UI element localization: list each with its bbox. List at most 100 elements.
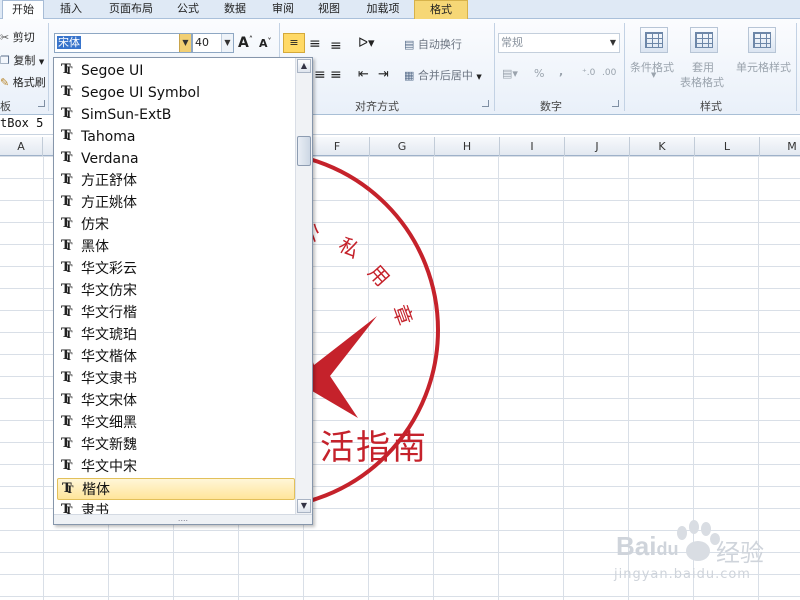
increase-decimal-button[interactable]: ⁺.0: [582, 68, 595, 78]
font-name-input[interactable]: 宋体 ▼: [54, 33, 192, 53]
wrap-text-label: 自动换行: [417, 38, 462, 51]
align-bottom-button[interactable]: ≡: [330, 38, 342, 54]
font-list-item[interactable]: T 仿宋: [57, 214, 295, 236]
tab-data[interactable]: 数据: [214, 0, 256, 19]
font-list-item[interactable]: T 楷体: [57, 478, 295, 500]
truetype-font-icon: T: [61, 217, 75, 234]
truetype-font-icon: T: [61, 85, 75, 102]
format-as-table-label-1: 套用: [692, 61, 714, 74]
font-size-dropdown-button[interactable]: ▼: [221, 34, 233, 52]
font-list-item-label: SimSun-ExtB: [81, 107, 172, 123]
font-list-item-label: 华文隶书: [81, 371, 137, 387]
align-center-button[interactable]: ≡: [314, 67, 326, 83]
increase-indent-button[interactable]: ⇥: [378, 67, 389, 82]
font-list-item-label: Verdana: [81, 151, 139, 167]
percent-style-button[interactable]: %: [534, 67, 544, 80]
align-middle-button[interactable]: ≡: [309, 36, 321, 52]
accounting-format-button[interactable]: ▤▾: [502, 67, 518, 80]
font-list-item[interactable]: T 华文细黑: [57, 412, 295, 434]
truetype-font-icon: T: [61, 129, 75, 146]
font-list-item[interactable]: T Tahoma: [57, 126, 295, 148]
merge-center-button[interactable]: ▦ 合并后居中 ▼: [404, 67, 482, 83]
font-list-item-label: 楷体: [82, 482, 110, 498]
decrease-indent-button[interactable]: ⇤: [358, 67, 369, 82]
scrollbar-thumb[interactable]: [297, 136, 311, 166]
font-list-item-label: Segoe UI: [81, 63, 144, 79]
cell-styles-button[interactable]: 单元格样式: [736, 59, 791, 75]
format-as-table-button[interactable]: 套用: [692, 59, 714, 75]
font-dropdown-list[interactable]: T Segoe UI T Segoe UI Symbol T SimSun-ExtB T Ta…: [53, 57, 313, 525]
truetype-font-icon: T: [61, 349, 75, 366]
font-list-item[interactable]: T 黑体: [57, 236, 295, 258]
group-separator: [796, 23, 797, 111]
font-list-item[interactable]: T 华文宋体: [57, 390, 295, 412]
alignment-dialog-launcher[interactable]: [482, 100, 489, 107]
chevron-down-icon[interactable]: ▼: [607, 34, 619, 52]
font-list-item[interactable]: T 华文隶书: [57, 368, 295, 390]
copy-button[interactable]: ❐ 复制 ▼: [0, 52, 44, 68]
shrink-font-button[interactable]: A˅: [259, 37, 272, 50]
align-right-button[interactable]: ≡: [330, 67, 342, 83]
font-list-item[interactable]: T 华文行楷: [57, 302, 295, 324]
tab-insert[interactable]: 插入: [50, 0, 92, 19]
name-box[interactable]: tBox 5: [0, 116, 43, 130]
font-list-item[interactable]: T 华文楷体: [57, 346, 295, 368]
alignment-group-label: 对齐方式: [355, 100, 399, 113]
comma-label: ,: [559, 65, 564, 78]
tab-page-layout[interactable]: 页面布局: [100, 0, 162, 19]
scroll-down-icon[interactable]: ▼: [297, 499, 311, 513]
font-name-dropdown-button[interactable]: ▼: [179, 34, 191, 52]
merge-center-label: 合并后居中: [417, 69, 473, 82]
tab-home[interactable]: 开始: [2, 0, 44, 20]
number-format-select[interactable]: 常规 ▼: [498, 33, 620, 53]
align-top-button[interactable]: ≡: [283, 33, 305, 53]
align-top-icon: ≡: [289, 36, 299, 49]
clipboard-dialog-launcher[interactable]: [38, 100, 45, 107]
font-list-item[interactable]: T 华文彩云: [57, 258, 295, 280]
font-list-item[interactable]: T 方正姚体: [57, 192, 295, 214]
comma-style-button[interactable]: ,: [559, 65, 563, 78]
font-size-input[interactable]: 40 ▼: [192, 33, 234, 53]
percent-label: %: [534, 67, 545, 80]
tab-addins[interactable]: 加载项: [356, 0, 410, 19]
font-list-item[interactable]: T 华文新魏: [57, 434, 295, 456]
font-list-item[interactable]: T SimSun-ExtB: [57, 104, 295, 126]
cut-button[interactable]: ✂ 剪切: [0, 29, 35, 45]
shrink-font-label: A: [259, 37, 268, 50]
tab-view[interactable]: 视图: [308, 0, 350, 19]
tab-review[interactable]: 审阅: [262, 0, 304, 19]
column-header-l[interactable]: L: [695, 137, 760, 156]
conditional-format-icon: [640, 27, 668, 53]
align-bottom-icon: ≡: [330, 38, 342, 54]
format-painter-button[interactable]: ✎ 格式刷: [0, 74, 46, 90]
font-list-item[interactable]: T 华文仿宋: [57, 280, 295, 302]
chevron-down-icon: ▼: [476, 73, 482, 81]
tab-formulas[interactable]: 公式: [168, 0, 208, 19]
column-header-a[interactable]: A: [0, 137, 43, 156]
stamp-bottom-text: 活指南: [320, 428, 428, 468]
watermark-url: jingyan.baidu.com: [614, 567, 751, 582]
truetype-font-icon: T: [61, 327, 75, 344]
styles-group-label: 样式: [700, 100, 722, 113]
font-list-item-label: 华文中宋: [81, 459, 137, 475]
font-list-item[interactable]: T 华文琥珀: [57, 324, 295, 346]
font-list-item[interactable]: T Segoe UI Symbol: [57, 82, 295, 104]
decrease-decimal-button[interactable]: .00: [602, 68, 616, 78]
tab-format[interactable]: 格式: [414, 0, 468, 20]
decrease-decimal-icon: .00: [602, 68, 617, 78]
font-list-item[interactable]: T Verdana: [57, 148, 295, 170]
number-dialog-launcher[interactable]: [612, 100, 619, 107]
font-list-item[interactable]: T 华文中宋: [57, 456, 295, 478]
resize-grip[interactable]: ....: [54, 514, 312, 524]
orientation-button[interactable]: ᐅ▾: [358, 36, 375, 51]
wrap-text-button[interactable]: ▤ 自动换行: [404, 36, 462, 52]
font-list-item[interactable]: T Segoe UI: [57, 60, 295, 82]
chevron-down-icon: ▼: [38, 58, 45, 66]
font-list-scrollbar[interactable]: ▲ ▼: [295, 58, 312, 514]
group-separator: [494, 23, 495, 111]
font-list-item[interactable]: T 方正舒体: [57, 170, 295, 192]
grow-font-button[interactable]: A˄: [238, 35, 253, 51]
column-header-m[interactable]: M: [760, 137, 800, 156]
format-as-table-label-2: 表格格式: [680, 76, 724, 89]
scroll-up-icon[interactable]: ▲: [297, 59, 311, 73]
